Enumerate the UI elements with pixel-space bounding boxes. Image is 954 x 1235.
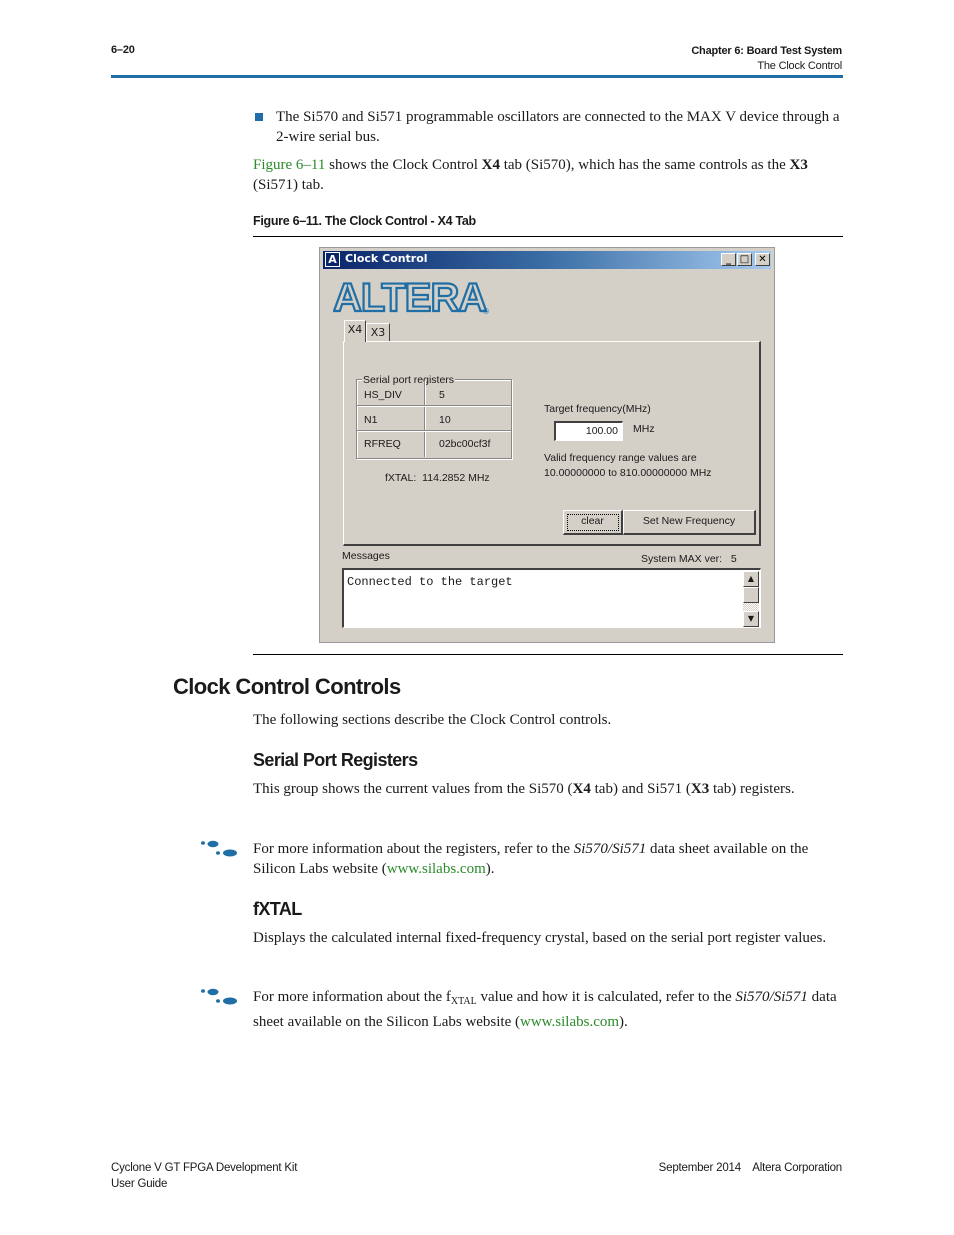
row-divider [357,430,511,432]
register-name-rfreq: RFREQ [364,438,401,450]
header-rule [111,75,843,78]
register-name-n1: N1 [364,414,378,426]
max-ver-label: System MAX ver: [641,553,723,565]
serial-port-registers-paragraph: This group shows the current values from… [253,779,833,799]
text: shows the Clock Control [325,157,482,173]
register-name-hs-div: HS_DIV [364,389,402,401]
register-value-rfreq: 02bc00cf3f [439,438,491,450]
minimize-button[interactable]: _ [721,253,736,266]
section-heading: Clock Control Controls [173,674,401,699]
valid-range-line2: 10.00000000 to 810.00000000 MHz [544,467,712,479]
clock-control-window: A Clock Control _ □ ✕ ALTERA ® X4 X3 Ser… [319,247,775,643]
registered-mark: ® [483,307,489,316]
bold-text: X3 [690,781,710,797]
figure-link[interactable]: Figure 6–11 [253,157,325,173]
bold-text: X4 [481,157,500,173]
fxtal-label: fXTAL: [385,472,417,484]
bold-text: X3 [789,157,808,173]
subscript-text: XTAL [450,996,477,1007]
note-registers: For more information about the registers… [253,839,843,879]
text: For more information about the f [253,989,451,1005]
fxtal-value: 114.2852 MHz [422,472,490,484]
system-max-ver: System MAX ver: 5 [641,553,737,565]
silabs-link[interactable]: www.silabs.com [520,1014,619,1030]
subsection-heading-serial-port-registers: Serial Port Registers [253,750,418,770]
subsection-heading-fxtal: fXTAL [253,899,302,919]
text: For more information about the registers… [253,841,574,857]
messages-textarea[interactable]: Connected to the target ▲ ▼ [342,568,761,628]
register-value-n1: 10 [439,414,451,426]
messages-label: Messages [342,550,390,562]
tab-x3[interactable]: X3 [366,323,390,341]
maximize-button[interactable]: □ [737,253,752,266]
vertical-scrollbar[interactable]: ▲ ▼ [743,571,759,627]
tab-x4[interactable]: X4 [344,320,366,342]
fxtal-readout: fXTAL: 114.2852 MHz [385,472,490,484]
footsteps-note-icon [201,840,237,857]
text: tab) and Si571 ( [590,781,691,797]
page-number: 6–20 [111,44,135,56]
text: ). [485,861,495,877]
publication-date: September 2014 [658,1162,741,1174]
caption-rule [253,236,843,237]
text: tab) registers. [709,781,795,797]
column-divider [424,381,426,457]
italic-text: Si570/Si571 [573,841,647,857]
fxtal-paragraph: Displays the calculated internal fixed-f… [253,930,827,946]
register-value-hs-div: 5 [439,389,445,401]
running-header: Chapter 6: Board Test System The Clock C… [691,44,842,74]
footer-left: Cyclone V GT FPGA Development Kit User G… [111,1160,297,1192]
chapter-title: Chapter 6: Board Test System [691,45,842,57]
altera-logo: ALTERA ® [332,275,493,321]
text: This group shows the current values from… [253,781,573,797]
altera-logo-icon: ALTERA ® [332,275,489,321]
section-description: The following sections describe the Cloc… [253,712,612,728]
italic-text: Si570/Si571 [735,989,808,1005]
target-unit-label: MHz [633,423,655,435]
message-text: Connected to the target [347,575,513,589]
row-divider [357,405,511,407]
text: (Si571) tab. [253,177,324,193]
text: ). [619,1014,628,1030]
altera-app-icon: A [325,252,340,267]
text: tab (Si570), which has the same controls… [499,157,790,173]
footsteps-note-icon [201,988,237,1005]
silabs-link[interactable]: www.silabs.com [387,861,486,877]
figure-reference-paragraph: Figure 6–11 shows the Clock Control X4 t… [253,155,843,195]
bullet-square-icon [255,113,263,121]
document-title: Cyclone V GT FPGA Development Kit [111,1162,298,1174]
target-frequency-label: Target frequency(MHz) [544,403,651,415]
target-frequency-input[interactable]: 100.00 [554,421,623,441]
footer-right: September 2014 Altera Corporation [658,1160,843,1176]
title-bar[interactable]: A Clock Control _ □ ✕ [323,251,771,269]
window-title: Clock Control [345,252,428,265]
scroll-up-arrow-icon[interactable]: ▲ [743,571,759,587]
max-ver-value: 5 [730,553,737,565]
bullet-text: The Si570 and Si571 programmable oscilla… [276,109,840,145]
company-name: Altera Corporation [752,1162,842,1174]
valid-range-line1: Valid frequency range values are [544,452,697,464]
clear-button[interactable]: clear [563,510,623,535]
set-new-frequency-button[interactable]: Set New Frequency [623,510,756,535]
scrollbar-thumb[interactable] [743,587,759,603]
figure-end-rule [253,654,843,655]
document-type: User Guide [111,1178,168,1190]
bold-text: X4 [572,781,591,797]
scroll-down-arrow-icon[interactable]: ▼ [743,611,759,627]
text: value and how it is calculated, refer to… [476,989,736,1005]
group-label: Serial port registers [362,374,456,386]
section-title: The Clock Control [757,60,842,72]
logo-text: ALTERA [333,277,486,317]
close-button[interactable]: ✕ [755,253,770,266]
note-fxtal: For more information about the fXTAL val… [253,987,843,1032]
figure-caption: Figure 6–11. The Clock Control - X4 Tab [253,214,476,228]
